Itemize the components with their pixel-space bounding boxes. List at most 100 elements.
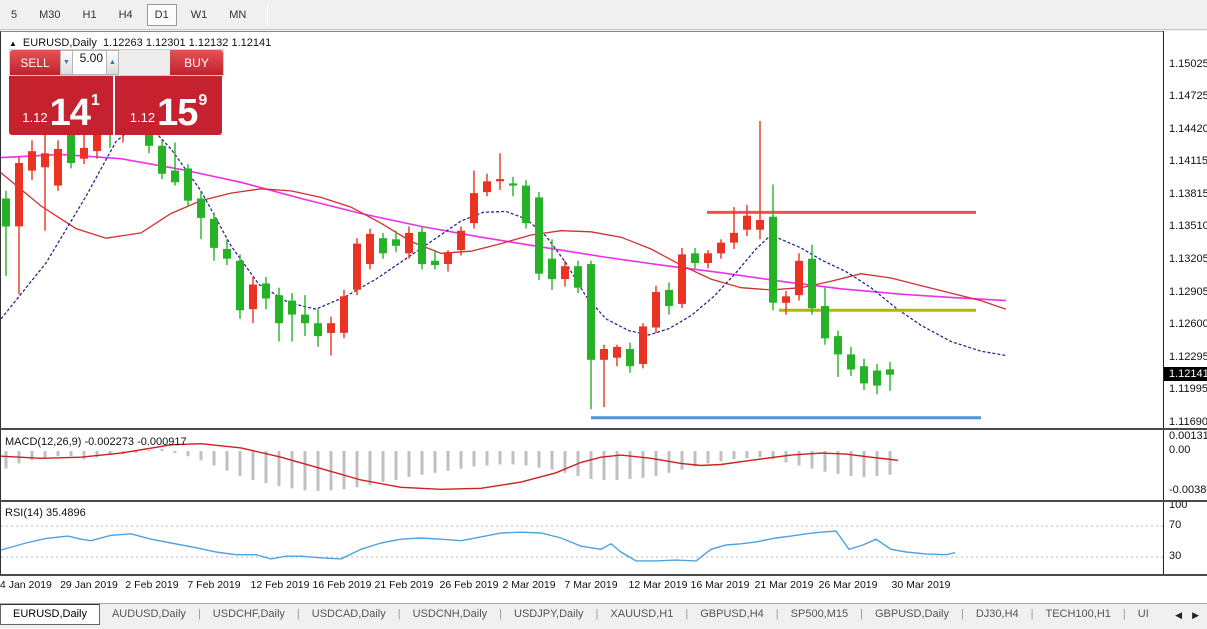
candle-body	[756, 220, 764, 230]
bid-prefix: 1.12	[22, 110, 47, 125]
candle-body	[275, 295, 283, 323]
chart-tab-eurusd-daily[interactable]: EURUSD,Daily	[0, 604, 100, 625]
candle-body	[197, 199, 205, 218]
candle-body	[691, 253, 699, 263]
price-axis-label: 1.12600	[1169, 318, 1207, 330]
macd-axis-label: -0.003862	[1169, 484, 1207, 496]
candle-body	[626, 349, 634, 366]
panel-separator[interactable]	[0, 500, 1207, 502]
candle-body	[743, 216, 751, 230]
chart-tab-usdcad-daily[interactable]: USDCAD,Daily	[300, 605, 398, 624]
trading-platform-window: 5 M30 H1 H4 D1 W1MN ▲ EURUSD,Daily 1.12263 1.1…	[0, 0, 1207, 629]
candle-body	[262, 283, 270, 298]
candle-body	[457, 231, 465, 250]
date-axis-label: 16 Feb 2019	[313, 579, 372, 591]
candle-body	[834, 336, 842, 354]
collapse-triangle-icon[interactable]: ▲	[9, 39, 17, 48]
chart-tab-audusd-daily[interactable]: AUDUSD,Daily	[100, 605, 198, 624]
tab-scroll-left-icon[interactable]: ◀	[1175, 610, 1182, 621]
candle-body	[678, 254, 686, 304]
price-axis-label: 1.12905	[1169, 286, 1207, 298]
timeframe-button-5[interactable]: 5	[3, 4, 25, 26]
candle-body	[80, 148, 88, 159]
macd-axis-label: 0.001313	[1169, 430, 1207, 442]
price-axis-label: 1.11995	[1169, 383, 1207, 395]
rsi-axis-label: 70	[1169, 519, 1181, 531]
timeframe-button-W1[interactable]: W1	[183, 4, 216, 26]
bid-price-display[interactable]: 1.12 14 1	[9, 76, 115, 135]
timeframe-button-M30[interactable]: M30	[31, 4, 68, 26]
volume-input[interactable]: 5.00	[73, 50, 106, 75]
timeframe-button-D1[interactable]: D1	[147, 4, 177, 26]
ask-price-display[interactable]: 1.12 15 9	[115, 76, 222, 135]
date-axis-label: 21 Feb 2019	[375, 579, 434, 591]
chart-tab-ui[interactable]: UI	[1126, 605, 1161, 624]
candle-body	[158, 146, 166, 174]
candle-body	[795, 261, 803, 295]
chart-tab-gbpusd-h4[interactable]: GBPUSD,H4	[688, 605, 776, 624]
candle-body	[821, 306, 829, 338]
candle-body	[366, 234, 374, 264]
current-price-badge: 1.12141	[1164, 367, 1207, 381]
chart-tab-usdchf-daily[interactable]: USDCHF,Daily	[201, 605, 297, 624]
candle-body	[509, 183, 517, 185]
candle-body	[288, 301, 296, 315]
timeframe-button-H4[interactable]: H4	[111, 4, 141, 26]
chart-tab-dj30-h4[interactable]: DJ30,H4	[964, 605, 1031, 624]
timeframe-button-MN[interactable]: MN	[221, 4, 254, 26]
date-axis-label: 7 Feb 2019	[187, 579, 240, 591]
candle-body	[28, 151, 36, 170]
price-axis-label: 1.14420	[1169, 123, 1207, 135]
candle-body	[522, 186, 530, 224]
price-axis-label: 1.12295	[1169, 351, 1207, 363]
candle-body	[717, 243, 725, 254]
chart-tab-gbpusd-daily[interactable]: GBPUSD,Daily	[863, 605, 961, 624]
timeframe-button-H1[interactable]: H1	[75, 4, 105, 26]
price-axis-label: 1.15025	[1169, 58, 1207, 70]
date-axis-label: 26 Feb 2019	[440, 579, 499, 591]
volume-increase-button[interactable]: ▲	[106, 50, 119, 75]
price-axis-label: 1.13510	[1169, 220, 1207, 232]
price-axis-label: 1.13815	[1169, 188, 1207, 200]
chart-tab-xauusd-h1[interactable]: XAUUSD,H1	[598, 605, 685, 624]
candle-body	[574, 266, 582, 288]
candle-body	[15, 163, 23, 226]
tab-scroll-right-icon[interactable]: ▶	[1192, 610, 1199, 621]
chart-ohlc-values: 1.12263 1.12301 1.12132 1.12141	[103, 37, 271, 49]
candle-body	[561, 266, 569, 279]
ma-blue	[1, 119, 1006, 356]
price-axis-label: 1.11690	[1169, 416, 1207, 428]
candle-body	[847, 354, 855, 369]
panel-separator[interactable]	[0, 574, 1207, 576]
date-axis-label: 26 Mar 2019	[819, 579, 878, 591]
candle-body	[782, 296, 790, 303]
price-axis-column: 1.150251.147251.144201.141151.138151.135…	[1163, 31, 1207, 600]
date-axis-label: 12 Feb 2019	[251, 579, 310, 591]
candle-body	[587, 264, 595, 360]
sell-button[interactable]: SELL	[10, 50, 60, 75]
toolbar-separator	[267, 4, 268, 26]
trade-controls-row: SELL ▼ 5.00 ▲ BUY	[9, 49, 224, 76]
candle-body	[171, 171, 179, 183]
macd-axis-label: 0.00	[1169, 444, 1190, 456]
bid-pipette: 1	[91, 92, 100, 110]
chart-tab-tech100-h1[interactable]: TECH100,H1	[1033, 605, 1122, 624]
candle-body	[184, 168, 192, 200]
date-axis-label: 2 Feb 2019	[125, 579, 178, 591]
candle-body	[665, 290, 673, 306]
candle-body	[54, 149, 62, 186]
chart-tab-usdcnh-daily[interactable]: USDCNH,Daily	[401, 605, 500, 624]
quote-row: 1.12 14 1 1.12 15 9	[9, 76, 224, 135]
candle-body	[600, 349, 608, 360]
candle-body	[210, 219, 218, 248]
volume-decrease-button[interactable]: ▼	[60, 50, 73, 75]
candle-body	[496, 179, 504, 181]
date-axis: 24 Jan 201929 Jan 20192 Feb 20197 Feb 20…	[0, 576, 1207, 603]
panel-separator[interactable]	[0, 428, 1207, 430]
chart-tab-usdjpy-daily[interactable]: USDJPY,Daily	[502, 605, 596, 624]
candle-body	[379, 238, 387, 253]
chart-tab-sp500-m15[interactable]: SP500,M15	[779, 605, 860, 624]
ma-magenta	[1, 154, 1006, 300]
candle-body	[41, 153, 49, 167]
buy-button[interactable]: BUY	[170, 50, 223, 75]
